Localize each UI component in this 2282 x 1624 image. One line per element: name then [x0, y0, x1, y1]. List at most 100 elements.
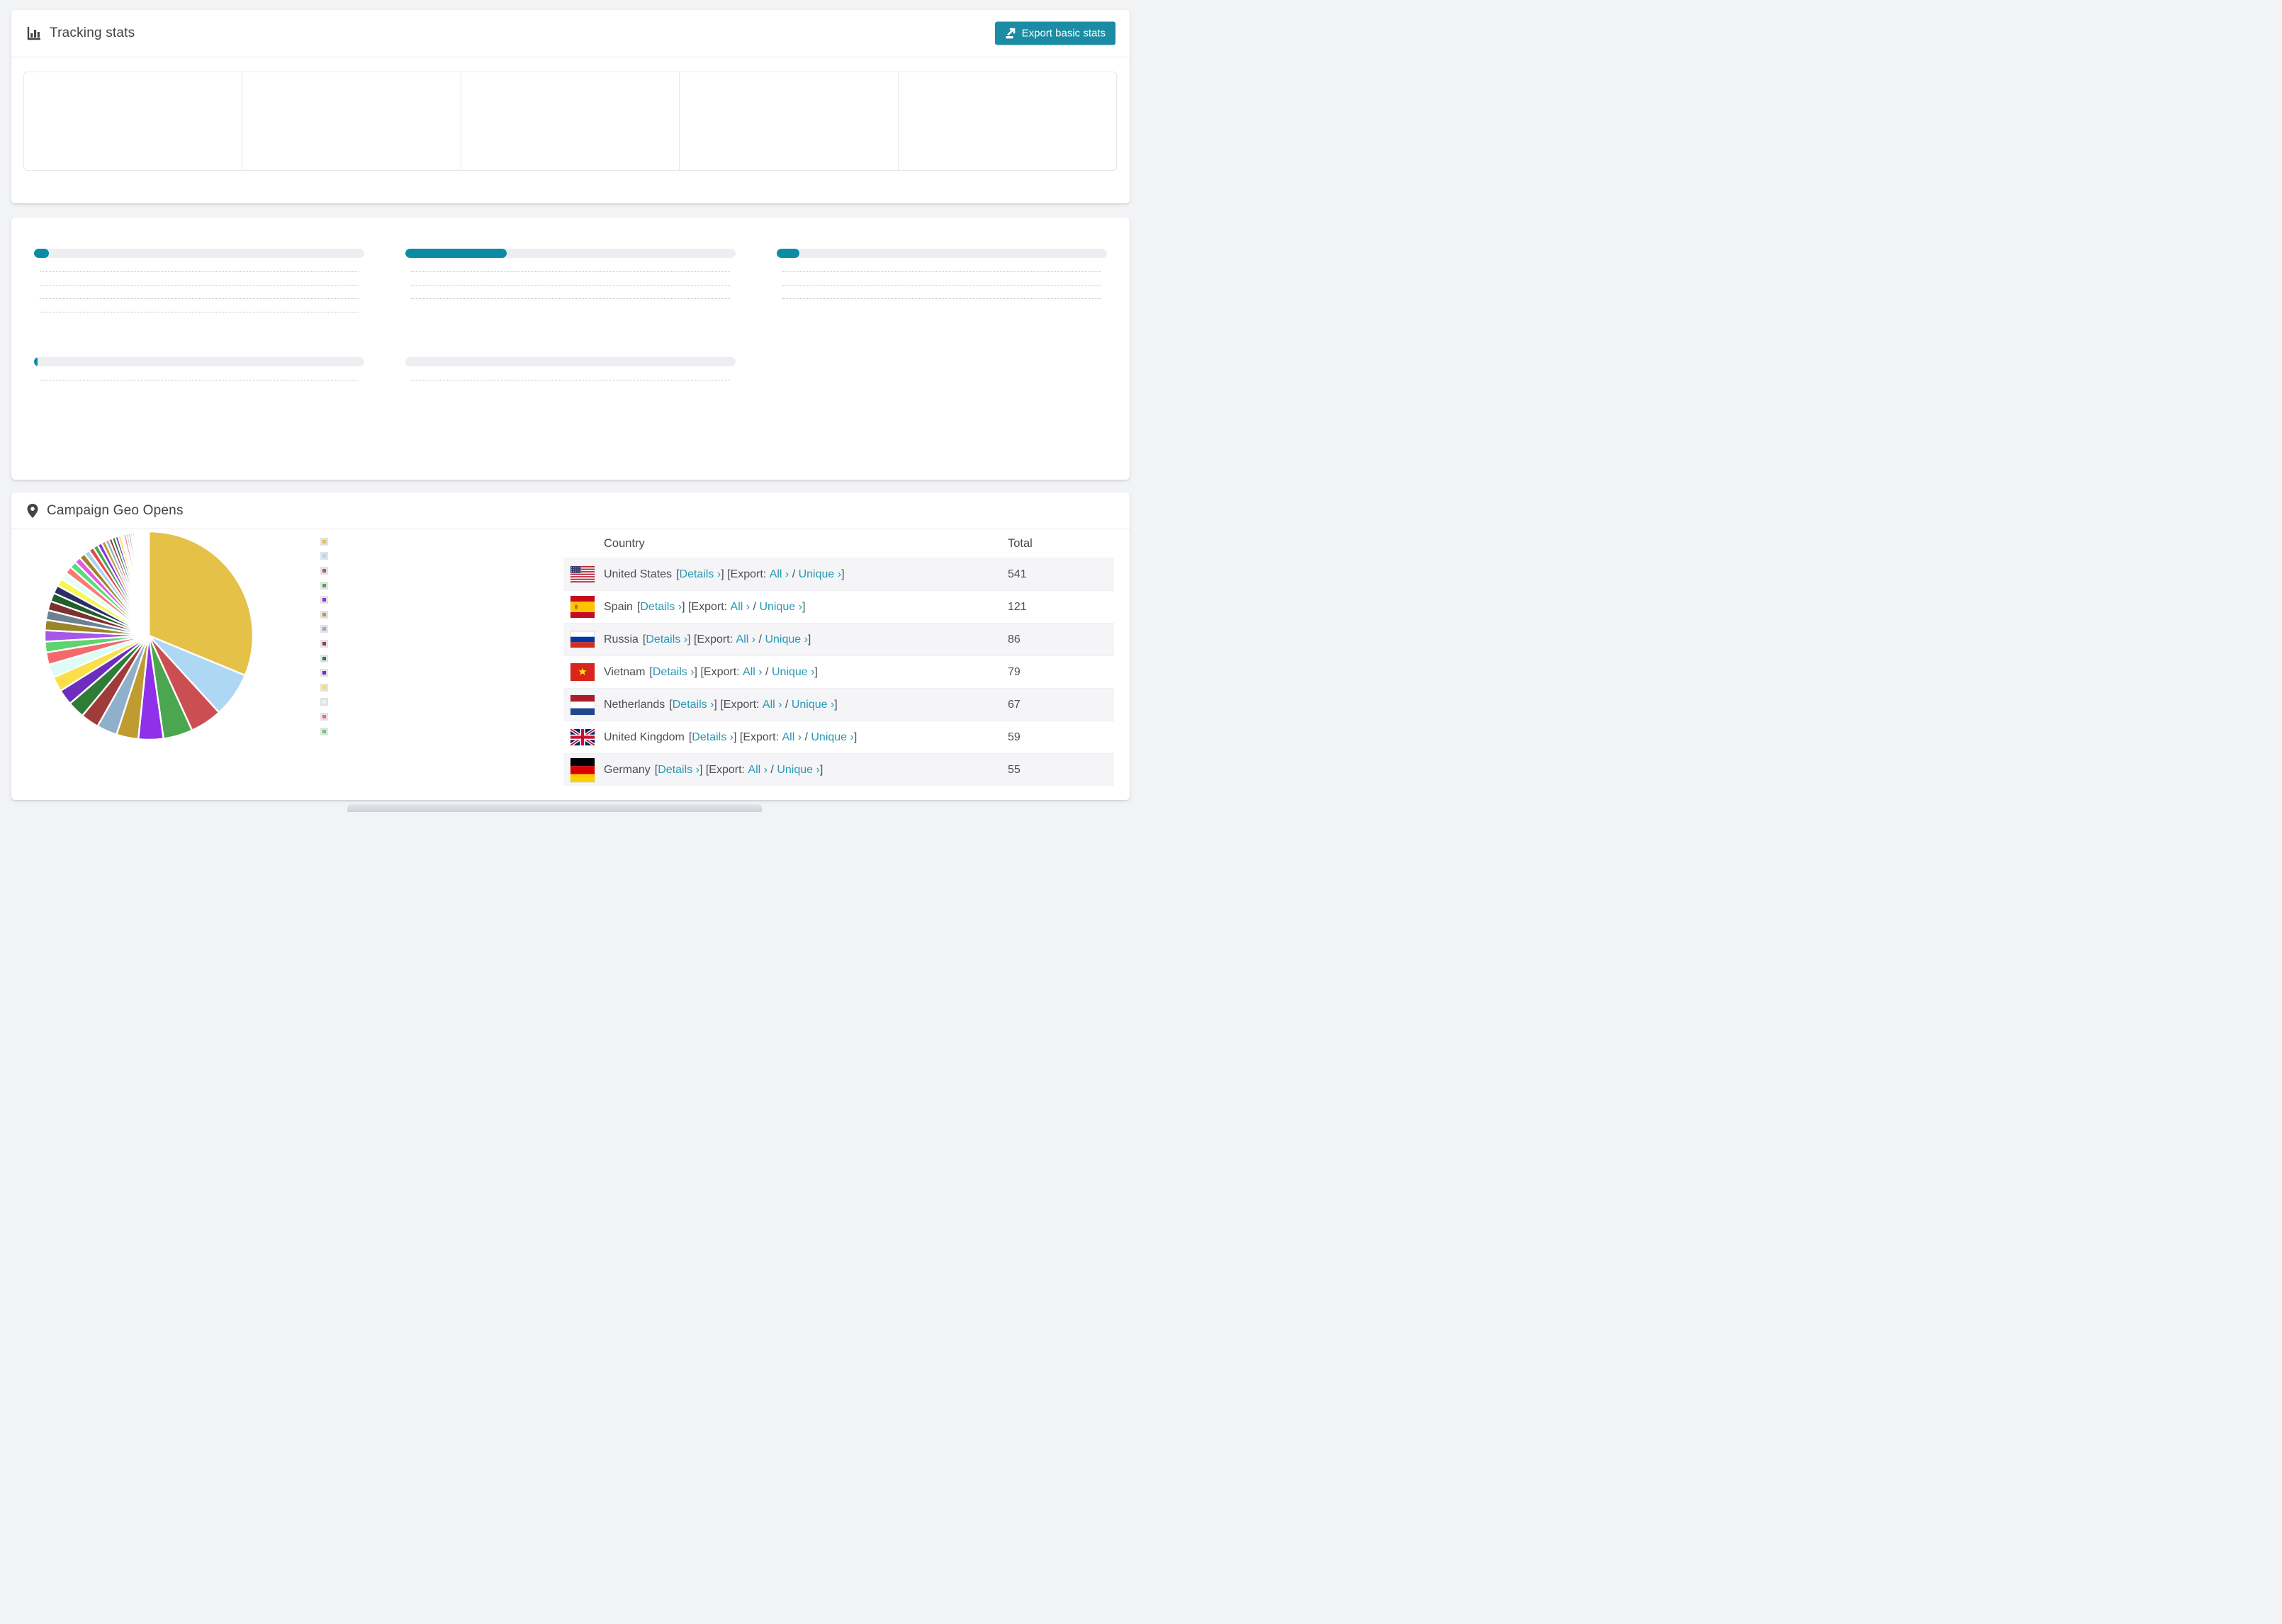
export-button-label: Export basic stats [1021, 27, 1106, 40]
legend-item-canada [320, 680, 533, 695]
table-row-vn: Vietnam [Details ›] [Export: All › / Uni… [563, 655, 1114, 688]
tracking-stats-header: Tracking stats Export basic stats [11, 10, 1130, 57]
bracket: ] [ [733, 731, 743, 743]
ru-flag-icon [570, 631, 595, 648]
us-flag-icon [570, 566, 595, 582]
export-all-link[interactable]: All › [763, 699, 782, 711]
legend-item-romania [320, 636, 533, 651]
slash: / [782, 698, 792, 711]
map-pin-icon [26, 503, 39, 519]
dotted-leader [782, 285, 1101, 286]
bracket: ] [841, 568, 845, 580]
export-unique-link[interactable]: Unique › [765, 633, 807, 646]
summary-stat-unsubscribes [461, 72, 680, 170]
slash: / [762, 665, 772, 678]
progress-bar-track [34, 357, 364, 366]
legend-color-swatch [320, 596, 328, 604]
campaign-geo-opens-card: Campaign Geo Opens Country Total United … [11, 492, 1130, 800]
country-total: 59 [1008, 731, 1021, 743]
progress-bar-fill [405, 249, 507, 258]
dotted-leader [782, 298, 1101, 299]
legend-item-vietnam [320, 578, 533, 593]
bracket: ] [819, 763, 824, 776]
bracket: ] [ [687, 633, 697, 645]
table-row-de: Germany [Details ›] [Export: All › / Uni… [563, 753, 1114, 786]
slash: / [802, 731, 811, 743]
bracket: ] [ [682, 600, 692, 613]
export-unique-link[interactable]: Unique › [759, 601, 802, 614]
dotted-leader [411, 271, 730, 272]
export-all-link[interactable]: All › [770, 568, 789, 581]
summary-stat-opens [24, 72, 243, 170]
progress-bar-track [405, 249, 736, 258]
details-link[interactable]: Details › [680, 568, 721, 581]
legend-color-swatch [320, 683, 328, 692]
progress-bar-track [405, 357, 736, 366]
rate-row [34, 293, 364, 307]
geo-content: Country Total United States [Details ›] … [11, 529, 1130, 786]
export-all-link[interactable]: All › [782, 731, 802, 744]
pie-legend [320, 534, 533, 786]
rate-block-opens-rate [405, 239, 736, 320]
rates-card [11, 218, 1130, 480]
table-row-us: United States [Details ›] [Export: All ›… [563, 558, 1114, 590]
rate-row [34, 266, 364, 280]
bracket: ] [853, 731, 858, 743]
export-prefix: Export: [691, 600, 728, 613]
geo-table-header: Country Total [563, 529, 1114, 558]
dotted-leader [40, 298, 359, 299]
details-link[interactable]: Details › [640, 601, 682, 614]
slash: / [789, 568, 799, 580]
export-prefix: Export: [743, 731, 780, 743]
country-total: 541 [1008, 568, 1027, 580]
export-all-link[interactable]: All › [731, 601, 751, 614]
bracket: ] [ [699, 763, 709, 776]
slash: / [750, 600, 760, 613]
export-unique-link[interactable]: Unique › [777, 764, 819, 777]
export-unique-link[interactable]: Unique › [799, 568, 841, 581]
rate-block-unsubscribe-rate [34, 347, 364, 388]
country-name: Spain [604, 600, 633, 613]
details-link[interactable]: Details › [653, 666, 695, 679]
legend-item-south-africa [320, 724, 533, 739]
legend-color-swatch [320, 566, 328, 575]
geo-section-title: Campaign Geo Opens [47, 502, 184, 518]
geo-table-body: United States [Details ›] [Export: All ›… [563, 558, 1114, 786]
rate-row [777, 266, 1107, 280]
country-total: 67 [1008, 698, 1021, 711]
summary-stat-bounces [899, 72, 1116, 170]
export-unique-link[interactable]: Unique › [811, 731, 853, 744]
table-row-ru: Russia [Details ›] [Export: All › / Uniq… [563, 623, 1114, 655]
legend-color-swatch [320, 610, 328, 619]
bar-chart-icon [26, 26, 42, 41]
details-link[interactable]: Details › [658, 764, 699, 777]
export-all-link[interactable]: All › [736, 633, 756, 646]
geo-header: Campaign Geo Opens [11, 492, 1130, 529]
dotted-leader [40, 271, 359, 272]
bracket: ] [834, 698, 838, 711]
rate-row [405, 293, 736, 307]
dotted-leader [782, 271, 1101, 272]
rates-grid [34, 239, 1107, 388]
export-basic-stats-button[interactable]: Export basic stats [994, 21, 1115, 45]
export-prefix: Export: [697, 633, 734, 645]
legend-color-swatch [320, 698, 328, 706]
es-flag-icon [570, 596, 595, 618]
details-link[interactable]: Details › [673, 699, 714, 711]
export-unique-link[interactable]: Unique › [792, 699, 834, 711]
pie-slice-other-63 [147, 530, 150, 637]
horizontal-scrollbar[interactable] [347, 804, 762, 812]
tracking-stats-card: Tracking stats Export basic stats [11, 10, 1130, 203]
export-unique-link[interactable]: Unique › [772, 666, 814, 679]
legend-item-germany [320, 622, 533, 637]
export-all-link[interactable]: All › [743, 666, 763, 679]
legend-color-swatch [320, 669, 328, 677]
country-total: 55 [1008, 763, 1021, 776]
details-link[interactable]: Details › [646, 633, 687, 646]
export-all-link[interactable]: All › [748, 764, 768, 777]
details-link[interactable]: Details › [692, 731, 734, 744]
rate-row [777, 280, 1107, 293]
legend-item-united-kingdom [320, 607, 533, 622]
bracket: ] [814, 665, 818, 678]
rate-row [34, 375, 364, 388]
